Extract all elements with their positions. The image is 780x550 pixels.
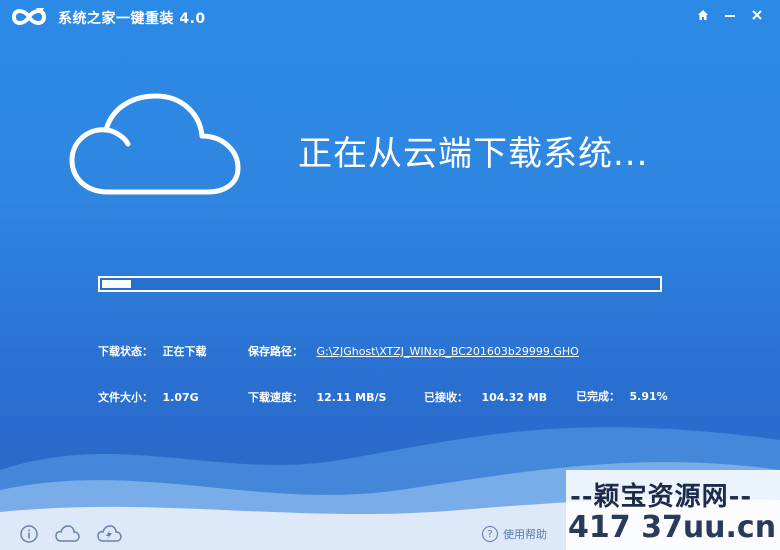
close-icon (752, 10, 762, 20)
flash-cloud-icon[interactable] (96, 524, 122, 544)
download-state: 下载状态： 正在下载 (98, 343, 207, 359)
app-title: 系统之家一键重装 4.0 (58, 11, 206, 27)
download-state-value: 正在下载 (162, 345, 207, 358)
infinity-logo-icon (11, 8, 47, 25)
help-icon: ? (482, 526, 498, 542)
close-button[interactable] (744, 4, 770, 26)
title-bar: 系统之家一键重装 4.0 (0, 0, 780, 34)
save-path: 保存路径： G:\ZJGhost\XTZJ_WINxp_BC201603b299… (248, 343, 579, 359)
help-link[interactable]: ? 使用帮助 (482, 526, 547, 542)
cloud-icon (69, 93, 241, 195)
help-label: 使用帮助 (503, 528, 547, 541)
watermark-line1: --颖宝资源网-- (570, 482, 753, 512)
info-icon[interactable] (16, 524, 42, 544)
download-headline: 正在从云端下载系统... (298, 134, 649, 174)
watermark-line2: 417 37uu.cn (568, 510, 777, 545)
save-path-link[interactable]: G:\ZJGhost\XTZJ_WINxp_BC201603b29999.GHO (317, 345, 579, 358)
home-button[interactable] (690, 4, 716, 26)
save-path-label: 保存路径： (248, 345, 303, 358)
home-icon (698, 10, 708, 20)
minimize-button[interactable] (717, 4, 743, 26)
minimize-icon (725, 15, 735, 17)
watermark: --颖宝资源网-- 417 37uu.cn (566, 470, 780, 550)
progress-fill (102, 280, 132, 288)
download-state-label: 下载状态： (98, 345, 153, 358)
download-progress-bar (98, 276, 662, 292)
cloud-outline-icon[interactable] (54, 524, 80, 544)
